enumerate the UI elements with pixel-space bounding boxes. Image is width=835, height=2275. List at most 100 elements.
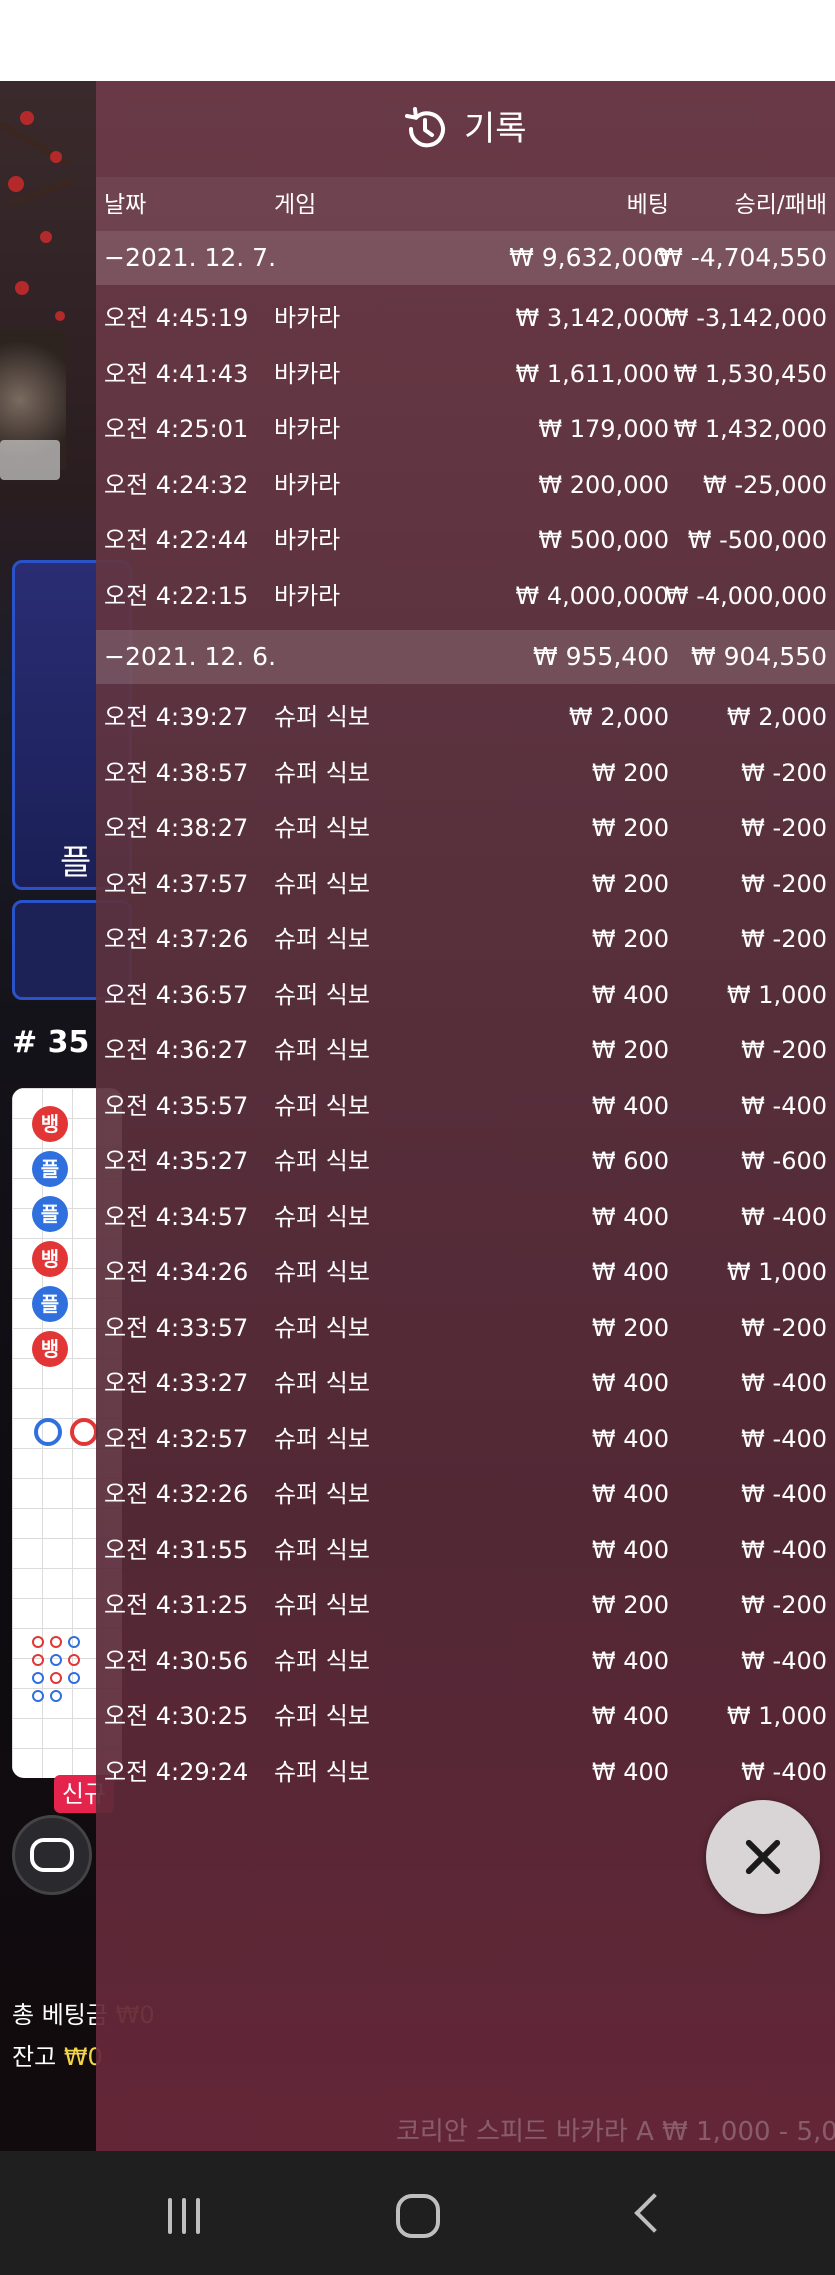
row-bet: ₩ 4,000,000 [515, 581, 669, 610]
history-column-header: 날짜 게임 베팅 승리/패배 [96, 177, 835, 231]
row-winloss: ₩ -25,000 [703, 470, 827, 499]
row-game: 슈퍼 식보 [274, 1424, 370, 1453]
history-row[interactable]: 오전 4:35:27 슈퍼 식보 ₩ 600 ₩ -600 [96, 1134, 835, 1190]
roadmap-cell: 뱅 [32, 1241, 68, 1277]
history-row[interactable]: 오전 4:29:24 슈퍼 식보 ₩ 400 ₩ -400 [96, 1745, 835, 1801]
row-bet: ₩ 200 [591, 925, 669, 953]
history-row[interactable]: 오전 4:22:44 바카라 ₩ 500,000 ₩ -500,000 [96, 513, 835, 569]
row-game: 바카라 [274, 415, 341, 443]
history-row[interactable]: 오전 4:25:01 바카라 ₩ 179,000 ₩ 1,432,000 [96, 402, 835, 458]
row-time: 오전 4:24:32 [104, 470, 249, 499]
blossom [15, 281, 29, 295]
row-game: 슈퍼 식보 [274, 1369, 370, 1397]
row-winloss: ₩ -3,142,000 [664, 304, 827, 332]
group-date: −2021. 12. 7. [104, 243, 277, 272]
row-time: 오전 4:29:24 [104, 1757, 249, 1786]
row-winloss: ₩ 1,432,000 [673, 415, 827, 443]
history-row[interactable]: 오전 4:31:55 슈퍼 식보 ₩ 400 ₩ -400 [96, 1523, 835, 1579]
history-header: 기록 [96, 81, 835, 177]
row-time: 오전 4:35:57 [104, 1091, 249, 1120]
roadmap-cell: 플 [32, 1286, 68, 1322]
column-header-bet: 베팅 [626, 192, 669, 218]
history-row[interactable]: 오전 4:32:57 슈퍼 식보 ₩ 400 ₩ -400 [96, 1412, 835, 1468]
row-time: 오전 4:32:26 [104, 1480, 249, 1508]
group-total-bet: ₩ 9,632,000 [509, 243, 669, 272]
row-winloss: ₩ -4,000,000 [664, 581, 827, 610]
date-group-header[interactable]: −2021. 12. 7. ₩ 9,632,000 ₩ -4,704,550 [96, 231, 835, 285]
row-winloss: ₩ -400 [741, 1535, 827, 1564]
history-row[interactable]: 오전 4:30:56 슈퍼 식보 ₩ 400 ₩ -400 [96, 1634, 835, 1690]
row-winloss: ₩ 1,000 [726, 1702, 827, 1730]
bead-dot-red [32, 1654, 44, 1666]
column-header-game: 게임 [274, 192, 317, 218]
bead-dot-blue [32, 1690, 44, 1702]
total-bet-label: 총 베팅금 [12, 2001, 108, 2029]
history-row[interactable]: 오전 4:45:19 바카라 ₩ 3,142,000 ₩ -3,142,000 [96, 291, 835, 347]
bead-dot-red [68, 1654, 80, 1666]
row-winloss: ₩ -600 [741, 1147, 827, 1175]
group-total-bet: ₩ 955,400 [532, 642, 669, 671]
system-nav-bar [0, 2151, 835, 2275]
roadmap-cell: 플 [32, 1196, 68, 1232]
history-row[interactable]: 오전 4:30:25 슈퍼 식보 ₩ 400 ₩ 1,000 [96, 1689, 835, 1745]
row-time: 오전 4:30:25 [104, 1702, 249, 1730]
blossom [40, 231, 52, 243]
chip-stack [0, 440, 60, 480]
back-icon[interactable] [634, 2193, 674, 2233]
row-time: 오전 4:35:27 [104, 1147, 249, 1175]
row-time: 오전 4:31:55 [104, 1535, 249, 1564]
row-game: 슈퍼 식보 [274, 1202, 370, 1231]
history-row[interactable]: 오전 4:39:27 슈퍼 식보 ₩ 2,000 ₩ 2,000 [96, 690, 835, 746]
row-winloss: ₩ -400 [741, 1757, 827, 1786]
history-row[interactable]: 오전 4:35:57 슈퍼 식보 ₩ 400 ₩ -400 [96, 1079, 835, 1135]
row-bet: ₩ 400 [591, 1091, 669, 1120]
history-row[interactable]: 오전 4:36:57 슈퍼 식보 ₩ 400 ₩ 1,000 [96, 968, 835, 1024]
row-winloss: ₩ -400 [741, 1202, 827, 1231]
history-row[interactable]: 오전 4:38:57 슈퍼 식보 ₩ 200 ₩ -200 [96, 746, 835, 802]
row-game: 슈퍼 식보 [274, 1258, 370, 1286]
row-bet: ₩ 2,000 [568, 703, 669, 731]
row-game: 슈퍼 식보 [274, 703, 370, 731]
history-row[interactable]: 오전 4:24:32 바카라 ₩ 200,000 ₩ -25,000 [96, 458, 835, 514]
roadmap-cell: 뱅 [32, 1106, 68, 1142]
app-screen: 플 # 35 뱅 플 플 뱅 플 뱅 신규 총 베팅금 ₩0 잔고 ₩0 [0, 0, 835, 2275]
group-total-winloss: ₩ 904,550 [690, 642, 827, 671]
row-time: 오전 4:32:57 [104, 1424, 249, 1453]
home-icon[interactable] [396, 2194, 440, 2238]
history-list[interactable]: −2021. 12. 7. ₩ 9,632,000 ₩ -4,704,550 오전 4… [96, 231, 835, 1800]
history-row[interactable]: 오전 4:41:43 바카라 ₩ 1,611,000 ₩ 1,530,450 [96, 347, 835, 403]
row-time: 오전 4:33:57 [104, 1313, 249, 1342]
row-bet: ₩ 600 [591, 1147, 669, 1175]
row-game: 슈퍼 식보 [274, 925, 370, 953]
close-button[interactable] [706, 1800, 820, 1914]
history-row[interactable]: 오전 4:22:15 바카라 ₩ 4,000,000 ₩ -4,000,000 [96, 569, 835, 625]
history-row[interactable]: 오전 4:33:57 슈퍼 식보 ₩ 200 ₩ -200 [96, 1301, 835, 1357]
history-row[interactable]: 오전 4:38:27 슈퍼 식보 ₩ 200 ₩ -200 [96, 801, 835, 857]
history-row[interactable]: 오전 4:33:27 슈퍼 식보 ₩ 400 ₩ -400 [96, 1356, 835, 1412]
row-time: 오전 4:30:56 [104, 1646, 249, 1675]
history-row[interactable]: 오전 4:37:57 슈퍼 식보 ₩ 200 ₩ -200 [96, 857, 835, 913]
row-time: 오전 4:38:27 [104, 814, 249, 842]
row-bet: ₩ 200 [591, 1313, 669, 1342]
row-time: 오전 4:37:26 [104, 925, 249, 953]
row-time: 오전 4:36:27 [104, 1036, 249, 1064]
column-header-date: 날짜 [104, 192, 147, 218]
row-winloss: ₩ -400 [741, 1369, 827, 1397]
row-bet: ₩ 400 [591, 1369, 669, 1397]
history-row[interactable]: 오전 4:31:25 슈퍼 식보 ₩ 200 ₩ -200 [96, 1578, 835, 1634]
row-bet: ₩ 400 [591, 1646, 669, 1675]
history-row[interactable]: 오전 4:34:57 슈퍼 식보 ₩ 400 ₩ -400 [96, 1190, 835, 1246]
history-row[interactable]: 오전 4:34:26 슈퍼 식보 ₩ 400 ₩ 1,000 [96, 1245, 835, 1301]
history-row[interactable]: 오전 4:32:26 슈퍼 식보 ₩ 400 ₩ -400 [96, 1467, 835, 1523]
history-row[interactable]: 오전 4:37:26 슈퍼 식보 ₩ 200 ₩ -200 [96, 912, 835, 968]
row-bet: ₩ 400 [591, 1424, 669, 1453]
row-winloss: ₩ -400 [741, 1480, 827, 1508]
row-time: 오전 4:36:57 [104, 980, 249, 1009]
bead-dot-red [50, 1672, 62, 1684]
recents-icon[interactable] [166, 2198, 206, 2234]
date-group-header[interactable]: −2021. 12. 6. ₩ 955,400 ₩ 904,550 [96, 630, 835, 684]
history-row[interactable]: 오전 4:36:27 슈퍼 식보 ₩ 200 ₩ -200 [96, 1023, 835, 1079]
row-winloss: ₩ 1,530,450 [673, 359, 827, 388]
row-bet: ₩ 200,000 [538, 470, 669, 499]
row-winloss: ₩ -200 [741, 1591, 827, 1619]
